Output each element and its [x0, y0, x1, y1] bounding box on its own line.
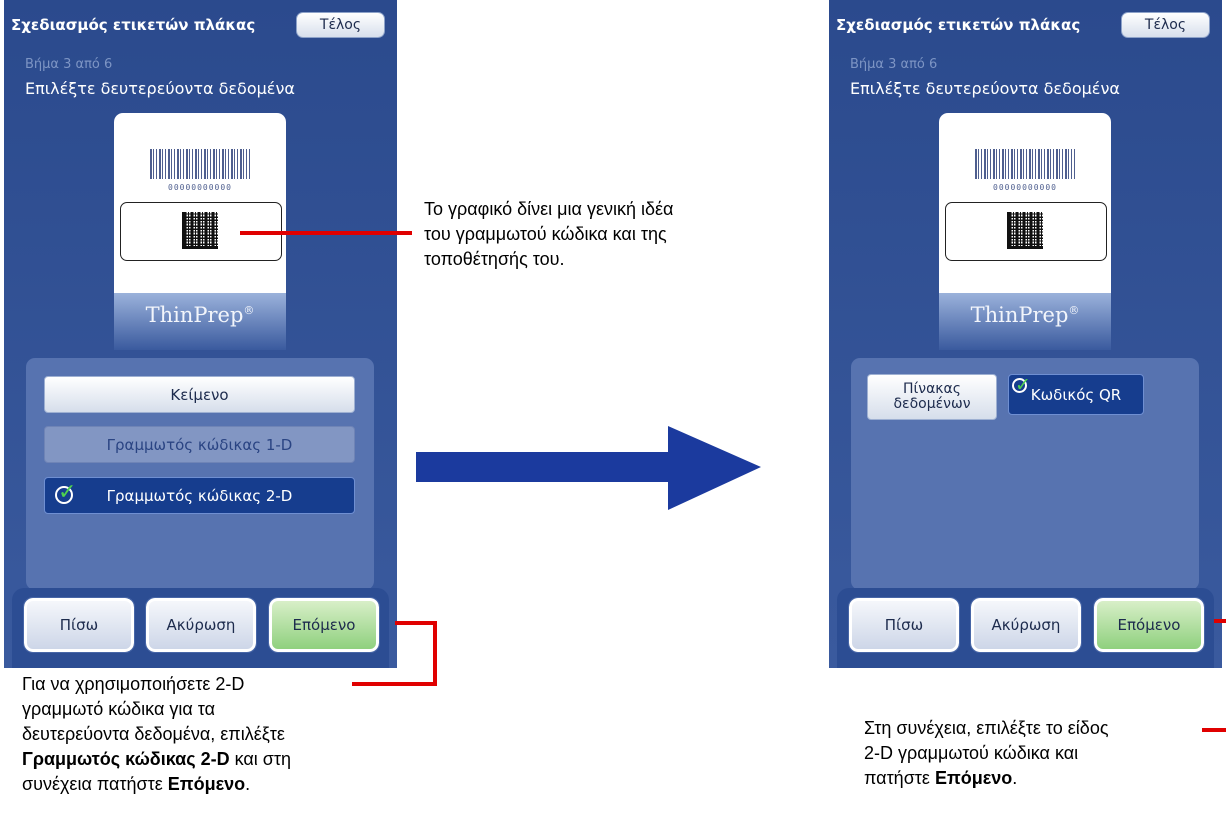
callout-line-right-next — [1214, 619, 1226, 623]
back-button[interactable]: Πίσω — [23, 597, 135, 653]
secondary-data-options: Κείμενο Γραμμωτός κώδικας 1-D ✓ Γραμμωτό… — [26, 358, 374, 590]
option-text-button[interactable]: Κείμενο — [44, 376, 355, 413]
callout-line: του γραμμωτού κώδικα και της — [424, 224, 667, 244]
note-line: Γραμμωτός κώδικας 2-D και στη — [22, 747, 362, 772]
done-button[interactable]: Τέλος — [1121, 12, 1210, 38]
title-bar: Σχεδιασμός ετικετών πλάκας Τέλος — [4, 0, 397, 48]
screen-title: Σχεδιασμός ετικετών πλάκας — [11, 16, 256, 34]
option-label: Κείμενο — [170, 385, 229, 404]
barcode-1d-graphic — [975, 149, 1075, 179]
back-button[interactable]: Πίσω — [848, 597, 960, 653]
navigation-bar: Πίσω Ακύρωση Επόμενο — [12, 588, 389, 668]
note-line: δευτερεύοντα δεδομένα, επιλέξτε — [22, 724, 285, 744]
next-button[interactable]: Επόμενο — [268, 597, 380, 653]
barcode-1d-graphic — [150, 149, 250, 179]
next-button[interactable]: Επόμενο — [1093, 597, 1205, 653]
option-data-matrix-button[interactable]: Πίνακας δεδομένων — [867, 374, 997, 420]
callout-line-next-h2 — [352, 682, 437, 686]
slide-label-preview: 00000000000 ThinPrep® — [939, 113, 1111, 350]
step-indicator: Βήμα 3 από 6 — [25, 57, 113, 72]
note-text: . — [1012, 768, 1018, 788]
option-label: Γραμμωτός κώδικας 1-D — [106, 435, 293, 454]
option-2d-barcode-button[interactable]: ✓ Γραμμωτός κώδικας 2-D — [44, 477, 355, 514]
checkmark-icon: ✓ — [55, 482, 76, 504]
bold-term: Γραμμωτός κώδικας 2-D — [22, 749, 230, 769]
callout-line-next-h1 — [395, 621, 437, 625]
navigation-bar: Πίσω Ακύρωση Επόμενο — [837, 588, 1214, 668]
registered-mark: ® — [1068, 304, 1080, 317]
title-bar: Σχεδιασμός ετικετών πλάκας Τέλος — [829, 0, 1222, 48]
option-label: Κωδικός QR — [1030, 385, 1122, 404]
label-design-screen-left: Σχεδιασμός ετικετών πλάκας Τέλος Βήμα 3 … — [4, 0, 397, 668]
note-text: . — [245, 774, 251, 794]
callout-line-next-v — [433, 621, 437, 686]
datamatrix-icon — [1007, 212, 1043, 249]
callout-line: Το γραφικό δίνει μια γενική ιδέα — [424, 199, 674, 219]
cancel-button[interactable]: Ακύρωση — [970, 597, 1082, 653]
barcode-digits: 00000000000 — [993, 183, 1057, 192]
brand-name: ThinPrep — [970, 303, 1069, 327]
barcode-digits: 00000000000 — [168, 183, 232, 192]
note-text: συνέχεια πατήστε — [22, 774, 168, 794]
barcode-type-options: Πίνακας δεδομένων ✓ Κωδικός QR — [851, 358, 1199, 590]
instruction-text: Επιλέξτε δευτερεύοντα δεδομένα — [850, 79, 1120, 98]
brand-logo: ThinPrep® — [114, 303, 286, 327]
brand-logo: ThinPrep® — [939, 303, 1111, 327]
cancel-button[interactable]: Ακύρωση — [145, 597, 257, 653]
option-label-line1: Πίνακας — [902, 381, 961, 397]
note-text: πατήστε — [864, 768, 935, 788]
instruction-text: Επιλέξτε δευτερεύοντα δεδομένα — [25, 79, 295, 98]
registered-mark: ® — [243, 304, 255, 317]
graphic-callout: Το γραφικό δίνει μια γενική ιδέα του γρα… — [424, 197, 764, 272]
left-instruction-note: Για να χρησιμοποιήσετε 2-D γραμμωτό κώδι… — [22, 672, 362, 797]
note-text: και στη — [229, 749, 291, 769]
note-line: συνέχεια πατήστε Επόμενο. — [22, 772, 362, 797]
option-label: Γραμμωτός κώδικας 2-D — [106, 486, 293, 505]
note-line: γραμμωτό κώδικα για τα — [22, 699, 216, 719]
option-1d-barcode-button[interactable]: Γραμμωτός κώδικας 1-D — [44, 426, 355, 463]
transition-arrow-icon — [416, 426, 761, 510]
brand-band: ThinPrep® — [939, 293, 1111, 350]
note-line: Στη συνέχεια, επιλέξτε το είδος — [864, 718, 1109, 738]
brand-band: ThinPrep® — [114, 293, 286, 350]
done-button[interactable]: Τέλος — [296, 12, 385, 38]
bold-term: Επόμενο — [934, 768, 1013, 788]
note-line: Για να χρησιμοποιήσετε 2-D — [22, 674, 245, 694]
option-qr-code-button[interactable]: ✓ Κωδικός QR — [1008, 374, 1144, 415]
right-instruction-note: Στη συνέχεια, επιλέξτε το είδος 2-D γραμ… — [864, 716, 1204, 791]
datamatrix-icon — [182, 212, 218, 249]
option-label-line2: δεδομένων — [893, 396, 971, 412]
screen-title: Σχεδιασμός ετικετών πλάκας — [836, 16, 1081, 34]
checkmark-icon: ✓ — [1012, 376, 1031, 395]
note-line: 2-D γραμμωτού κώδικα και — [864, 743, 1079, 763]
note-line: πατήστε Επόμενο. — [864, 766, 1204, 791]
barcode-2d-area — [945, 202, 1107, 261]
step-indicator: Βήμα 3 από 6 — [850, 57, 938, 72]
callout-line-right-note — [1202, 728, 1226, 732]
bold-term: Επόμενο — [167, 774, 246, 794]
brand-name: ThinPrep — [145, 303, 244, 327]
label-design-screen-right: Σχεδιασμός ετικετών πλάκας Τέλος Βήμα 3 … — [829, 0, 1222, 668]
callout-line-graphic — [240, 231, 412, 235]
callout-line: τοποθέτησής του. — [424, 249, 565, 269]
